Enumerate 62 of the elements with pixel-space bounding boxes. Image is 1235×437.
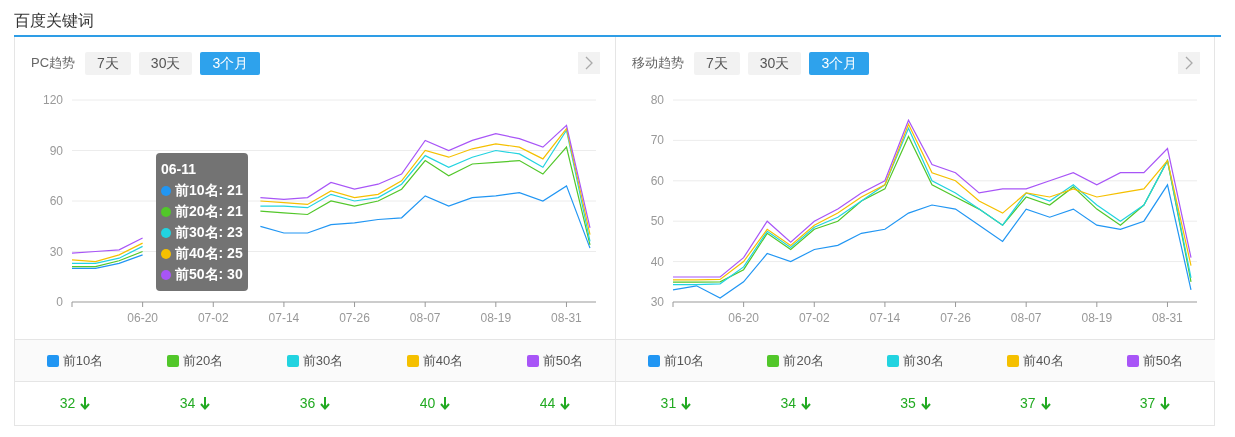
y-tick-label: 30: [49, 244, 63, 259]
tooltip-entry: 前30名: 23: [175, 223, 243, 242]
rank-count: 40: [419, 394, 436, 413]
chevron-right-icon: [585, 56, 593, 70]
y-tick-label: 50: [650, 214, 664, 229]
x-tick-label: 08-31: [551, 311, 582, 325]
y-tick-label: 90: [49, 143, 63, 158]
legend-label: 前50名: [542, 351, 584, 370]
rank-count: 34: [780, 394, 796, 413]
legend-label: 前30名: [903, 351, 944, 370]
x-tick-label: 08-31: [1152, 311, 1183, 325]
y-tick-label: 60: [49, 194, 63, 208]
legend-label: 前40名: [1023, 351, 1064, 370]
section-title: 百度关键词: [14, 10, 94, 31]
next-button[interactable]: [578, 52, 600, 74]
y-tick-label: 60: [650, 173, 664, 188]
rank-count: 34: [179, 394, 196, 413]
y-tick-label: 70: [650, 133, 664, 148]
range-tab[interactable]: 7天: [694, 51, 740, 75]
next-button[interactable]: [1178, 52, 1200, 74]
x-tick-label: 08-07: [1010, 311, 1042, 325]
legend-label: 前50名: [1142, 351, 1184, 370]
y-tick-label: 120: [42, 93, 63, 107]
x-tick-label: 07-14: [268, 311, 300, 325]
x-tick-label: 07-26: [940, 311, 971, 325]
x-tick-label: 08-19: [480, 311, 512, 325]
x-tick-label: 08-07: [409, 311, 441, 325]
panel-label: PC趋势: [31, 54, 76, 73]
tooltip-entry: 前40名: 25: [175, 244, 243, 263]
range-tab[interactable]: 30天: [747, 51, 802, 75]
legend-label: 前20名: [783, 351, 824, 370]
x-tick-label: 07-02: [197, 311, 229, 325]
x-tick-label: 06-20: [127, 311, 158, 325]
rank-count: 37: [1139, 394, 1156, 413]
tooltip-entry: 前20名: 21: [175, 202, 243, 221]
legend-label: 前20名: [182, 351, 224, 370]
rank-count: 32: [59, 394, 76, 413]
range-tab[interactable]: 7天: [85, 51, 131, 75]
x-tick-label: 07-26: [339, 311, 370, 325]
y-tick-label: 80: [650, 93, 664, 107]
tooltip-entry: 前50名: 30: [175, 265, 243, 284]
x-tick-label: 06-20: [728, 311, 759, 325]
tooltip-entry: 前10名: 21: [175, 181, 243, 200]
y-tick-label: 0: [56, 295, 63, 309]
x-tick-label: 07-14: [869, 311, 901, 325]
range-tab[interactable]: 30天: [138, 51, 193, 75]
x-tick-label: 08-19: [1081, 311, 1113, 325]
panel-label: 移动趋势: [632, 54, 684, 73]
rank-count: 37: [1020, 394, 1036, 413]
tooltip-title: 06-11: [161, 160, 198, 179]
legend-label: 前40名: [422, 351, 464, 370]
chevron-right-icon: [1185, 56, 1193, 70]
x-tick-label: 07-02: [798, 311, 830, 325]
rank-count: 44: [539, 394, 556, 413]
rank-count: 35: [900, 394, 916, 413]
legend-label: 前10名: [62, 351, 104, 370]
rank-count: 31: [660, 394, 677, 413]
y-tick-label: 30: [650, 295, 664, 309]
legend-label: 前10名: [663, 351, 705, 370]
legend-label: 前30名: [302, 351, 344, 370]
rank-count: 36: [299, 394, 316, 413]
y-tick-label: 40: [650, 254, 664, 269]
